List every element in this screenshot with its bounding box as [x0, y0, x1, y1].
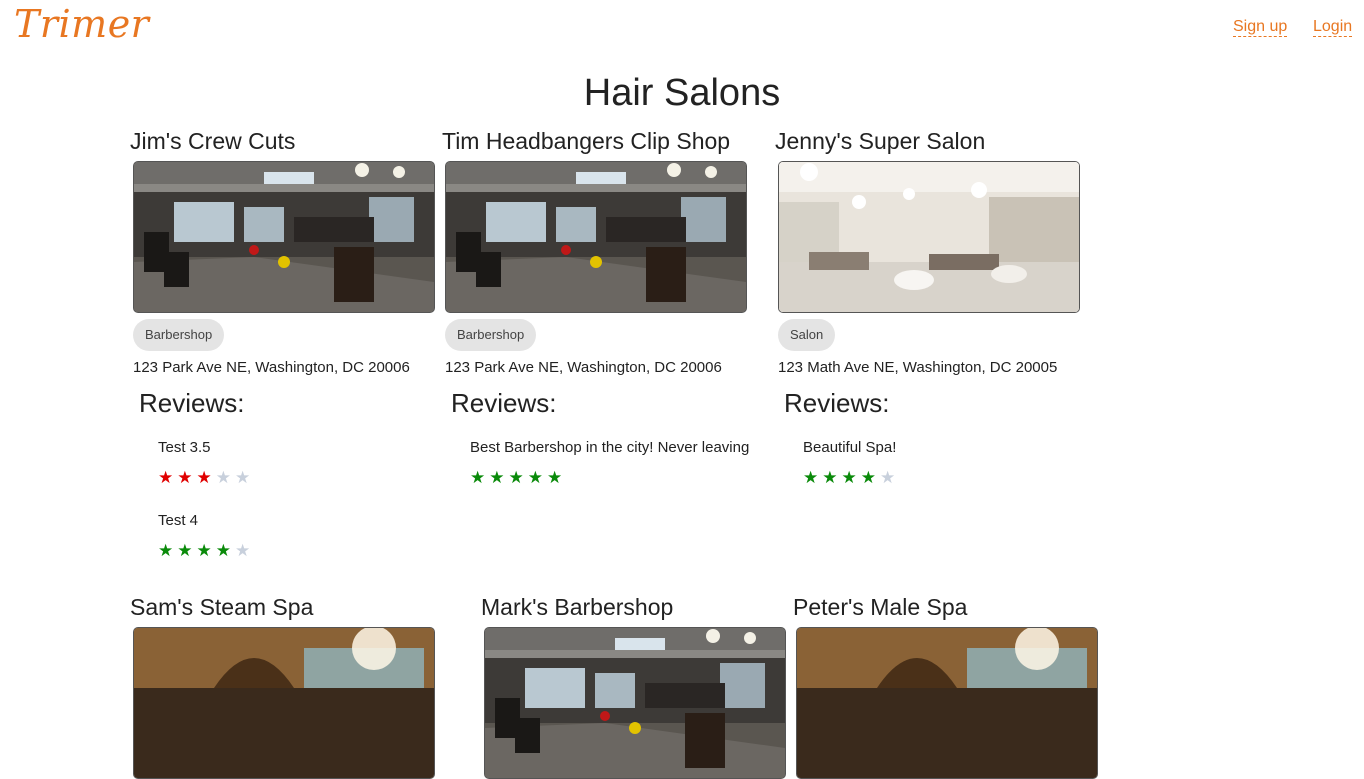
star-icon: ★ [880, 468, 900, 487]
star-icon: ★ [215, 541, 235, 560]
reviews-heading: Reviews: [139, 388, 245, 418]
star-icon: ★ [547, 468, 567, 487]
salon-card[interactable]: Peter's Male Spa [793, 594, 1123, 779]
star-icon: ★ [527, 468, 547, 487]
star-icon: ★ [196, 468, 216, 487]
salon-card[interactable]: Tim Headbangers Clip Shop Barbershop 123 … [442, 128, 772, 488]
login-link[interactable]: Login [1313, 18, 1353, 37]
salon-card[interactable]: Mark's Barbershop [481, 594, 811, 779]
star-icon: ★ [196, 541, 216, 560]
salon-address: 123 Math Ave NE, Washington, DC 20005 [778, 359, 1058, 376]
salon-photo[interactable] [484, 627, 786, 779]
salon-photo[interactable] [133, 161, 435, 313]
salon-name[interactable]: Jim's Crew Cuts [130, 128, 460, 155]
review-text: Test 4 [158, 512, 199, 529]
star-icon: ★ [235, 541, 255, 560]
review-item: Beautiful Spa! ★★★★★ [803, 439, 1105, 488]
salon-card[interactable]: Jenny's Super Salon Salon 123 Math Ave NE… [775, 128, 1105, 488]
salon-name[interactable]: Tim Headbangers Clip Shop [442, 128, 772, 155]
review-text: Best Barbershop in the city! Never leavi… [470, 439, 750, 456]
review-item: Best Barbershop in the city! Never leavi… [470, 439, 772, 488]
trimer-logo[interactable]: Trimer [14, 2, 149, 46]
review-text: Beautiful Spa! [803, 439, 897, 456]
category-badge: Barbershop [445, 319, 537, 351]
salon-address: 123 Park Ave NE, Washington, DC 20006 [445, 359, 722, 376]
signup-link[interactable]: Sign up [1233, 18, 1288, 37]
salon-photo[interactable] [778, 161, 1080, 313]
star-icon: ★ [215, 468, 235, 487]
salon-card[interactable]: Sam's Steam Spa [130, 594, 460, 779]
star-icon: ★ [822, 468, 842, 487]
page-title: Hair Salons [583, 72, 781, 114]
salon-card[interactable]: Jim's Crew Cuts Barbershop 123 Park Ave N… [130, 128, 460, 561]
review-item: Test 3.5 ★★★★★ [158, 439, 460, 488]
star-icon: ★ [235, 468, 255, 487]
reviews-heading: Reviews: [451, 388, 557, 418]
star-icon: ★ [470, 468, 490, 487]
salon-name[interactable]: Peter's Male Spa [793, 594, 1123, 621]
star-icon: ★ [158, 541, 178, 560]
salon-photo[interactable] [796, 627, 1098, 779]
star-icon: ★ [841, 468, 861, 487]
star-icon: ★ [489, 468, 509, 487]
review-item: Test 4 ★★★★★ [158, 512, 460, 561]
category-badge: Salon [778, 319, 836, 351]
star-rating: ★★★★★ [158, 541, 460, 561]
star-icon: ★ [177, 468, 197, 487]
review-text: Test 3.5 [158, 439, 211, 456]
reviews-heading: Reviews: [784, 388, 890, 418]
salon-address: 123 Park Ave NE, Washington, DC 20006 [133, 359, 410, 376]
star-rating: ★★★★★ [470, 468, 772, 488]
star-icon: ★ [158, 468, 178, 487]
category-badge: Barbershop [133, 319, 225, 351]
salon-name[interactable]: Jenny's Super Salon [775, 128, 1105, 155]
salon-name[interactable]: Mark's Barbershop [481, 594, 811, 621]
star-icon: ★ [860, 468, 880, 487]
salon-photo[interactable] [445, 161, 747, 313]
star-icon: ★ [803, 468, 823, 487]
salon-photo[interactable] [133, 627, 435, 779]
salon-name[interactable]: Sam's Steam Spa [130, 594, 460, 621]
star-icon: ★ [177, 541, 197, 560]
star-icon: ★ [508, 468, 528, 487]
star-rating: ★★★★★ [158, 468, 460, 488]
star-rating: ★★★★★ [803, 468, 1105, 488]
